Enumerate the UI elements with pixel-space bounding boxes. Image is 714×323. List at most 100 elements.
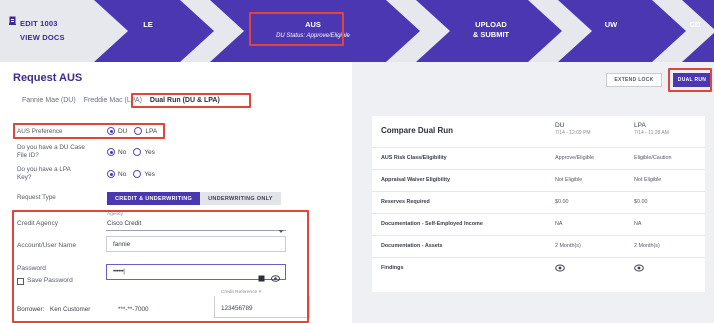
row-label: Reserves Required	[381, 199, 430, 205]
compare-title: Compare Dual Run	[381, 126, 454, 135]
stage-uw-label: UW	[604, 20, 618, 29]
key-icon	[258, 269, 265, 287]
credit-underwriting-button[interactable]: CREDIT & UNDERWRITING	[107, 192, 201, 205]
du-case-yes-option[interactable]: Yes	[133, 148, 155, 156]
stage-aus-label: AUS	[305, 20, 321, 29]
column-lpa: LPA 7/14 - 11:28 AM	[634, 122, 669, 136]
request-aus-panel: Request AUS Fannie Mae (DU) Freddie Mac …	[0, 62, 352, 323]
column-lpa-date: 7/14 - 11:28 AM	[634, 130, 669, 136]
eye-icon[interactable]	[634, 264, 644, 274]
credit-agency-value: Cisco Credit	[107, 220, 142, 227]
row-lpa-value: NA	[634, 221, 642, 227]
stage-aus[interactable]: AUS DU Status: Approve/Eligible	[240, 0, 386, 62]
credit-agency-label: Credit Agency	[17, 220, 59, 227]
account-username-value: fannie	[113, 241, 131, 248]
column-du: DU 7/14 - 12:09 PM	[555, 122, 591, 136]
column-du-name: DU	[555, 122, 565, 129]
stage-aus-status: DU Status: Approve/Eligible	[276, 33, 350, 39]
table-row: Reserves Required $0.00 $0.00	[372, 191, 705, 213]
account-label: Account/User Name	[17, 242, 76, 249]
page-title: Request AUS	[13, 72, 83, 84]
compare-panel: EXTEND LOCK DUAL RUN Compare Dual Run DU…	[352, 62, 714, 323]
row-lpa-value: Eligible/Caution	[634, 155, 672, 161]
radio-lpa-key-yes-label: Yes	[144, 170, 155, 178]
du-case-radios: No Yes	[107, 148, 162, 156]
compare-dual-run-card: Compare Dual Run DU 7/14 - 12:09 PM LPA …	[372, 116, 705, 292]
borrower-ssn: ***-**-7000	[118, 306, 149, 313]
stage-upload-label: UPLOAD	[475, 20, 507, 29]
row-du-value: $0.00	[555, 199, 569, 205]
agency-field-label: Agency	[107, 212, 123, 217]
radio-du-label: DU	[118, 127, 128, 135]
row-du-value: 2 Month(s)	[555, 243, 581, 249]
save-password-row: Save Password	[17, 277, 73, 285]
request-type-label: Request Type	[17, 194, 56, 201]
row-label: Findings	[381, 265, 404, 271]
radio-lpa-key-yes[interactable]	[133, 170, 142, 178]
extend-lock-button[interactable]: EXTEND LOCK	[606, 73, 662, 87]
underwriting-only-button[interactable]: UNDERWRITING ONLY	[200, 192, 281, 205]
row-lpa-value: $0.00	[634, 199, 648, 205]
lpa-key-no-option[interactable]: No	[107, 170, 126, 178]
stage-le-label: LE	[143, 20, 153, 29]
radio-lpa-key-no[interactable]	[107, 170, 115, 178]
eye-icon[interactable]	[555, 264, 565, 274]
column-lpa-name: LPA	[634, 122, 646, 129]
stage-upload-submit[interactable]: UPLOAD & SUBMIT	[450, 0, 532, 62]
tab-freddie-mac[interactable]: Freddie Mac (LPA)	[84, 97, 142, 104]
row-label: Documentation - Assets	[381, 243, 443, 249]
radio-du[interactable]	[107, 127, 115, 135]
credit-reference-input[interactable]: 123456789	[214, 296, 310, 318]
lpa-key-label-line2: Key?	[17, 174, 32, 181]
tab-fannie-mae[interactable]: Fannie Mae (DU)	[22, 97, 76, 104]
account-username-input[interactable]: fannie	[106, 236, 286, 252]
credit-reference-value: 123456789	[221, 305, 253, 312]
radio-du-case-no[interactable]	[107, 148, 115, 156]
edit-1003-label: EDIT 1003	[20, 18, 58, 28]
eye-icon[interactable]	[271, 269, 280, 287]
workflow-stage-bar: EDIT 1003 VIEW DOCS LE AUS DU Status: Ap…	[0, 0, 714, 62]
lpa-key-label-line1: Do you have a LPA	[17, 166, 71, 173]
column-du-date: 7/14 - 12:09 PM	[555, 130, 591, 136]
credit-reference-label: Credit Reference #	[221, 290, 262, 295]
radio-lpa-key-no-label: No	[118, 170, 127, 178]
row-label: AUS Risk Class/Eligibility	[381, 155, 447, 161]
row-du-value: Approve/Eligible	[555, 155, 594, 161]
radio-du-case-no-label: No	[118, 148, 127, 156]
edit-1003-link[interactable]: EDIT 1003	[8, 16, 94, 30]
table-row: Findings	[372, 257, 705, 279]
tab-dual-run[interactable]: Dual Run (DU & LPA)	[150, 97, 220, 104]
left-links: EDIT 1003 VIEW DOCS	[8, 16, 94, 44]
borrower-name: Ken Customer	[50, 306, 91, 313]
stage-cd[interactable]: CD	[680, 0, 710, 62]
password-value: ••••••|	[113, 268, 125, 275]
view-docs-link[interactable]: VIEW DOCS	[8, 16, 94, 44]
stage-le[interactable]: LE	[118, 0, 178, 62]
stage-submit-label: & SUBMIT	[472, 30, 510, 39]
row-du-value: NA	[555, 221, 563, 227]
aus-tabs: Fannie Mae (DU) Freddie Mac (LPA) Dual R…	[22, 97, 228, 104]
save-password-checkbox[interactable]	[17, 277, 24, 285]
table-row: AUS Risk Class/Eligibility Approve/Eligi…	[372, 147, 705, 169]
stage-uw[interactable]: UW	[586, 0, 636, 62]
table-row: Appraisal Waiver Eligibility Not Eligibl…	[372, 169, 705, 191]
du-case-label: Do you have a DU Case File ID?	[17, 144, 85, 160]
du-case-no-option[interactable]: No	[107, 148, 126, 156]
aus-preference-label: AUS Preference	[17, 128, 63, 135]
lpa-key-yes-option[interactable]: Yes	[133, 170, 155, 178]
table-row: Documentation - Self-Employed Income NA …	[372, 213, 705, 235]
save-password-label: Save Password	[27, 277, 73, 284]
aus-preference-lpa-option[interactable]: LPA	[134, 127, 157, 135]
row-lpa-value: Not Eligible	[634, 177, 662, 183]
request-type-toggle: CREDIT & UNDERWRITING UNDERWRITING ONLY	[107, 192, 281, 205]
aus-preference-du-option[interactable]: DU	[107, 127, 127, 135]
password-input[interactable]: ••••••|	[106, 264, 286, 282]
radio-lpa[interactable]	[134, 127, 143, 135]
dual-run-button[interactable]: DUAL RUN	[673, 73, 711, 87]
view-docs-label: VIEW DOCS	[20, 32, 65, 42]
radio-du-case-yes[interactable]	[133, 148, 142, 156]
stage-cd-label: CD	[689, 20, 701, 29]
credit-agency-select[interactable]: Cisco Credit	[106, 218, 286, 233]
row-label: Appraisal Waiver Eligibility	[381, 177, 450, 183]
document-icon	[8, 16, 17, 42]
